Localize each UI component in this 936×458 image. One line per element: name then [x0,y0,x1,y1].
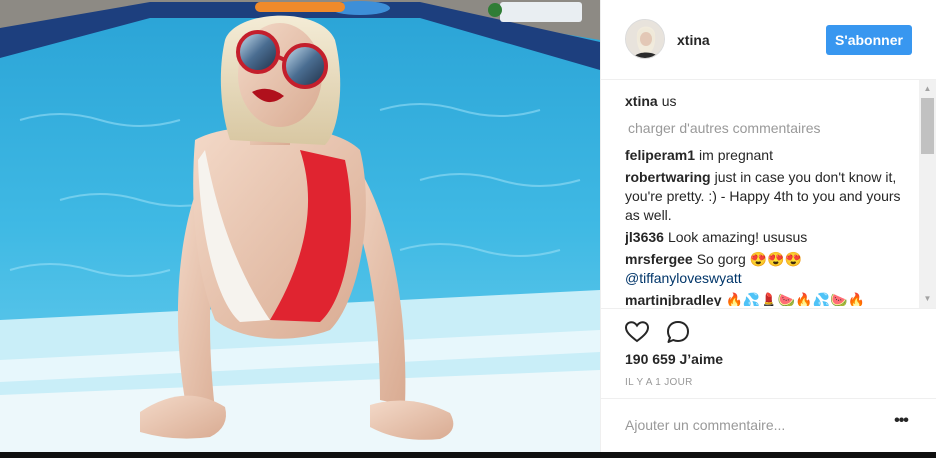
comment-user[interactable]: mrsfergee [625,251,693,267]
chevron-down-icon[interactable]: ▼ [919,292,936,306]
add-comment-section: ••• [601,398,936,452]
scrollbar-thumb[interactable] [921,98,934,154]
comments-list[interactable]: xtina us charger d'autres commentaires fe… [625,86,913,306]
post-side-panel: xtina S'abonner xtina us charger d'autres… [600,0,936,452]
comment-item: martinjbradley 🔥💦💄🍉🔥💦🍉🔥 [625,291,913,306]
comment-user[interactable]: feliperam1 [625,147,695,163]
comment-mention-link[interactable]: @tiffanyloveswyatt [625,270,742,286]
load-more-comments-link[interactable]: charger d'autres commentaires [628,119,913,138]
comment-user[interactable]: robertwaring [625,169,711,185]
caption-text: us [661,93,677,109]
comment-item: jl3636 Look amazing! ususus [625,228,913,247]
comment-text: im pregnant [699,147,773,163]
post-timestamp[interactable]: IL Y A 1 JOUR [625,377,693,388]
comment-text: So gorg 😍😍😍 [696,251,802,267]
chevron-up-icon[interactable]: ▲ [919,82,936,96]
speech-bubble-icon-svg [667,321,689,343]
comment-text: Look amazing! ususus [667,229,808,245]
post-photo[interactable] [0,0,600,452]
likes-count[interactable]: 190 659 J’aime [625,351,723,367]
page-bottom-strip [0,452,936,458]
username[interactable]: xtina [677,32,710,48]
post-header: xtina S'abonner [601,0,936,80]
heart-icon-svg [624,321,650,343]
caption: xtina us [625,92,913,111]
comment-item: robertwaring just in case you don't know … [625,168,913,225]
post-actions-bar [601,308,936,348]
speech-bubble-icon[interactable] [665,319,691,345]
avatar[interactable] [625,19,665,59]
comment-user[interactable]: jl3636 [625,229,664,245]
comment-text: 🔥💦💄🍉🔥💦🍉🔥 [725,292,865,306]
avatar-image [626,20,664,58]
comment-input[interactable] [625,413,875,437]
comment-user[interactable]: martinjbradley [625,292,721,306]
comment-item: feliperam1 im pregnant [625,146,913,165]
comments-scrollbar[interactable]: ▲ ▼ [919,80,936,308]
heart-icon[interactable] [624,319,650,345]
pool-photo-illustration [0,0,600,452]
follow-button[interactable]: S'abonner [826,25,912,55]
caption-user[interactable]: xtina [625,93,658,109]
instagram-post-modal: xtina S'abonner xtina us charger d'autres… [0,0,936,452]
comment-item: mrsfergee So gorg 😍😍😍 @tiffanyloveswyatt [625,250,913,288]
more-options-icon[interactable]: ••• [889,411,913,435]
